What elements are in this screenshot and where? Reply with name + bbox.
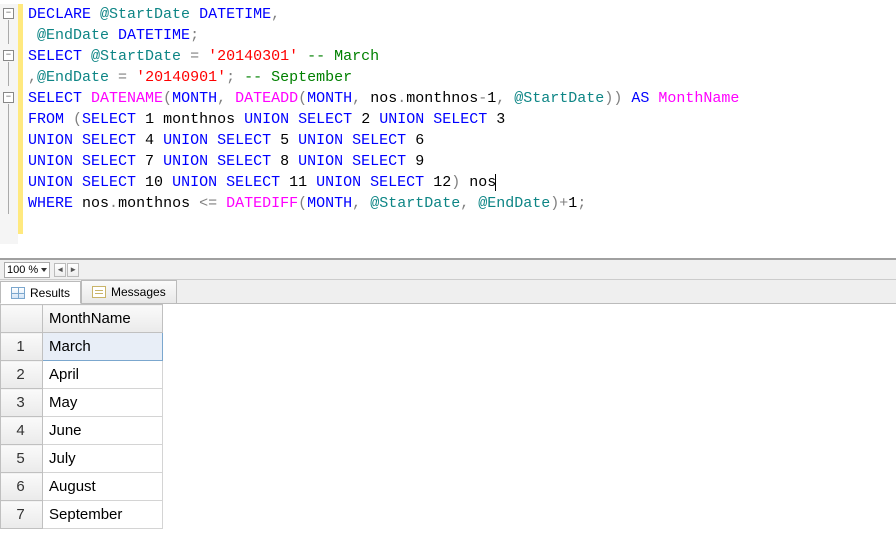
row-number[interactable]: 5 (1, 445, 43, 473)
table-row[interactable]: 4 June (1, 417, 163, 445)
table-row[interactable]: 7 September (1, 501, 163, 529)
tab-messages[interactable]: Messages (81, 280, 177, 303)
editor-gutter: − − − (0, 4, 18, 244)
nav-right-icon[interactable]: ► (67, 263, 79, 277)
row-number[interactable]: 3 (1, 389, 43, 417)
cell-monthname[interactable]: June (43, 417, 163, 445)
nav-left-icon[interactable]: ◄ (54, 263, 66, 277)
results-tabs: Results Messages (0, 280, 896, 304)
sql-editor[interactable]: − − − DECLARE @StartDate DATETIME, @EndD… (0, 0, 896, 260)
row-number[interactable]: 2 (1, 361, 43, 389)
fold-line (8, 104, 9, 214)
table-row[interactable]: 2 April (1, 361, 163, 389)
cell-monthname[interactable]: March (43, 333, 163, 361)
grid-corner[interactable] (1, 305, 43, 333)
row-number[interactable]: 1 (1, 333, 43, 361)
nav-arrows: ◄ ► (54, 263, 79, 277)
cell-monthname[interactable]: September (43, 501, 163, 529)
column-header-monthname[interactable]: MonthName (43, 305, 163, 333)
zoom-dropdown[interactable]: 100 % (4, 262, 50, 278)
cell-monthname[interactable]: April (43, 361, 163, 389)
table-row[interactable]: 5 July (1, 445, 163, 473)
tab-results-label: Results (30, 286, 70, 300)
tab-messages-label: Messages (111, 285, 166, 299)
results-grid[interactable]: MonthName 1 March 2 April 3 May 4 June 5… (0, 304, 896, 529)
row-number[interactable]: 4 (1, 417, 43, 445)
zoom-level: 100 % (7, 264, 38, 276)
tab-results[interactable]: Results (0, 281, 81, 304)
table-row[interactable]: 3 May (1, 389, 163, 417)
grid-icon (11, 287, 25, 299)
fold-toggle-icon[interactable]: − (3, 8, 14, 19)
row-number[interactable]: 7 (1, 501, 43, 529)
messages-icon (92, 286, 106, 298)
table-row[interactable]: 1 March (1, 333, 163, 361)
table-row[interactable]: 6 August (1, 473, 163, 501)
code-content[interactable]: DECLARE @StartDate DATETIME, @EndDate DA… (28, 4, 896, 214)
cell-monthname[interactable]: August (43, 473, 163, 501)
editor-status-bar: 100 % ◄ ► (0, 260, 896, 280)
chevron-down-icon (41, 268, 47, 272)
cell-monthname[interactable]: May (43, 389, 163, 417)
row-number[interactable]: 6 (1, 473, 43, 501)
fold-toggle-icon[interactable]: − (3, 92, 14, 103)
fold-toggle-icon[interactable]: − (3, 50, 14, 61)
cell-monthname[interactable]: July (43, 445, 163, 473)
fold-line (8, 20, 9, 44)
fold-line (8, 62, 9, 86)
change-indicator (18, 4, 23, 234)
